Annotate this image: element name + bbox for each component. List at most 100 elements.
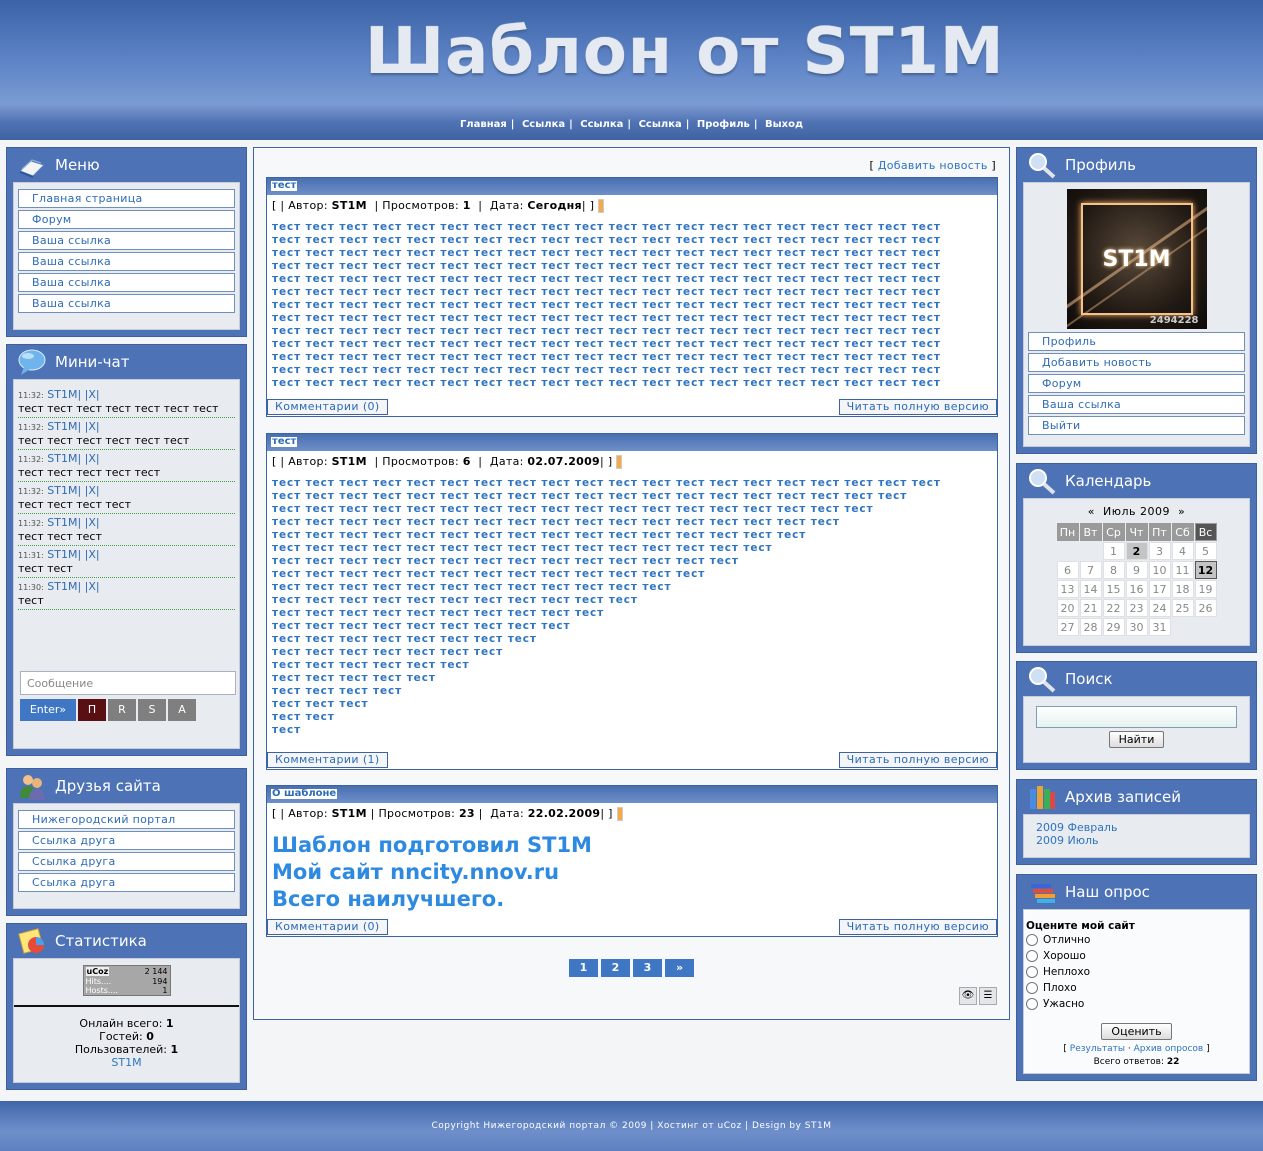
- nav-link-2[interactable]: Ссылка: [580, 119, 623, 130]
- comments-button[interactable]: Комментарии (0): [267, 919, 388, 935]
- comments-button[interactable]: Комментарии (1): [267, 752, 388, 768]
- radio-button[interactable]: [1026, 950, 1038, 962]
- read-more-button[interactable]: Читать полную версию: [838, 752, 997, 768]
- entry-text-line: Шаблон подготовил ST1M: [272, 833, 592, 857]
- chat-p-button[interactable]: П: [78, 699, 106, 721]
- radio-button[interactable]: [1026, 982, 1038, 994]
- menu-item-forum[interactable]: Форум: [18, 210, 235, 229]
- chat-time: 11:32:: [18, 487, 44, 496]
- next-page-button[interactable]: »: [665, 959, 694, 977]
- chat-nick[interactable]: ST1M: [47, 388, 77, 401]
- page-2-button[interactable]: 2: [601, 959, 630, 977]
- rss-icon[interactable]: [598, 199, 605, 213]
- profile-item-profile[interactable]: Профиль: [1028, 332, 1245, 351]
- ucoz-counter[interactable]: uCoz 2 144 Hits.... 194 Hosts.... 1: [82, 965, 171, 996]
- poll-option[interactable]: Плохо: [1026, 981, 1247, 997]
- chat-nick[interactable]: ST1M: [47, 452, 77, 465]
- chart-icon: [18, 928, 44, 954]
- chat-actions[interactable]: | |X|: [77, 452, 99, 465]
- vote-button[interactable]: Оценить: [1101, 1023, 1172, 1040]
- menu-title: Меню: [55, 156, 100, 174]
- chat-nick[interactable]: ST1M: [47, 548, 77, 561]
- profile-item-logout[interactable]: Выйти: [1028, 416, 1245, 435]
- poll-title: Наш опрос: [1065, 883, 1150, 901]
- friend-link-2[interactable]: Ссылка друга: [18, 831, 235, 850]
- entry-text-line: тест тест тест тест тест тест тест тест …: [272, 247, 941, 259]
- calendar-day: 17: [1148, 580, 1171, 598]
- nav-logout[interactable]: Выход: [765, 119, 803, 130]
- page-1-button[interactable]: 1: [569, 959, 598, 977]
- menu-item-home[interactable]: Главная страница: [18, 189, 235, 208]
- chat-time: 11:32:: [18, 391, 44, 400]
- search-input[interactable]: [1036, 706, 1237, 728]
- rss-icon[interactable]: [616, 455, 623, 469]
- poll-question: Оцените мой сайт: [1026, 920, 1135, 932]
- eye-icon[interactable]: 👁: [959, 987, 977, 1005]
- radio-button[interactable]: [1026, 966, 1038, 978]
- chat-send-button[interactable]: Enter»: [20, 699, 76, 721]
- chat-actions[interactable]: | |X|: [77, 516, 99, 529]
- chat-nick[interactable]: ST1M: [47, 580, 77, 593]
- chat-r-button[interactable]: R: [108, 699, 136, 721]
- top-nav: Главная | Ссылка | Ссылка | Ссылка | Профиль…: [459, 119, 804, 130]
- add-news-link[interactable]: Добавить новость: [878, 159, 988, 172]
- archive-link-jul[interactable]: 2009 Июль: [1036, 834, 1099, 847]
- chat-actions[interactable]: | |X|: [77, 580, 99, 593]
- calendar-day[interactable]: 2: [1125, 542, 1148, 560]
- chat-nick[interactable]: ST1M: [47, 484, 77, 497]
- poll-archive-link[interactable]: Архив опросов: [1134, 1044, 1204, 1054]
- radio-button[interactable]: [1026, 934, 1038, 946]
- menu-list: Главная страница Форум Ваша ссылка Ваша …: [18, 189, 235, 313]
- chat-actions[interactable]: | |X|: [77, 388, 99, 401]
- search-button[interactable]: Найти: [1108, 731, 1165, 748]
- poll-option[interactable]: Отлично: [1026, 933, 1247, 949]
- archive-title: Архив записей: [1065, 788, 1181, 806]
- chat-actions[interactable]: | |X|: [77, 484, 99, 497]
- calendar-day: 25: [1171, 599, 1194, 617]
- online-user-link[interactable]: ST1M: [111, 1056, 141, 1069]
- poll-option[interactable]: Ужасно: [1026, 997, 1247, 1013]
- chat-text: тест тест тест: [18, 530, 102, 543]
- poll-option[interactable]: Хорошо: [1026, 949, 1247, 965]
- chat-message-input[interactable]: Сообщение: [20, 671, 236, 695]
- entry-title[interactable]: О шаблоне: [271, 789, 338, 799]
- archive-link-feb[interactable]: 2009 Февраль: [1036, 821, 1117, 834]
- avatar[interactable]: ST1M 2494228: [1066, 189, 1207, 329]
- friend-link-3[interactable]: Ссылка друга: [18, 852, 235, 871]
- entry-title[interactable]: тест: [271, 181, 298, 191]
- chat-nick[interactable]: ST1M: [47, 516, 77, 529]
- profile-item-add-news[interactable]: Добавить новость: [1028, 353, 1245, 372]
- radio-button[interactable]: [1026, 998, 1038, 1010]
- list-icon[interactable]: ☰: [979, 987, 997, 1005]
- friend-link-4[interactable]: Ссылка друга: [18, 873, 235, 892]
- chat-actions[interactable]: | |X|: [77, 420, 99, 433]
- rss-icon[interactable]: [616, 807, 623, 821]
- news-entry-2: тест [ | Автор: ST1M | Просмотров: 6 | Д…: [266, 433, 998, 770]
- nav-home[interactable]: Главная: [460, 119, 507, 130]
- chat-nick[interactable]: ST1M: [47, 420, 77, 433]
- nav-link-3[interactable]: Ссылка: [639, 119, 682, 130]
- friend-link-1[interactable]: Нижегородский портал: [18, 810, 235, 829]
- comments-button[interactable]: Комментарии (0): [267, 399, 388, 415]
- read-more-button[interactable]: Читать полную версию: [838, 919, 997, 935]
- calendar-day[interactable]: 12: [1194, 561, 1217, 579]
- next-month-button[interactable]: »: [1178, 505, 1185, 518]
- nav-profile[interactable]: Профиль: [697, 119, 750, 130]
- read-more-button[interactable]: Читать полную версию: [838, 399, 997, 415]
- chat-actions[interactable]: | |X|: [77, 548, 99, 561]
- nav-link-1[interactable]: Ссылка: [522, 119, 565, 130]
- poll-results-link[interactable]: Результаты: [1070, 1044, 1125, 1054]
- menu-item-link-1[interactable]: Ваша ссылка: [18, 231, 235, 250]
- entry-title[interactable]: тест: [271, 437, 298, 447]
- chat-a-button[interactable]: A: [168, 699, 196, 721]
- profile-item-link[interactable]: Ваша ссылка: [1028, 395, 1245, 414]
- poll-option[interactable]: Неплохо: [1026, 965, 1247, 981]
- prev-month-button[interactable]: «: [1088, 505, 1095, 518]
- menu-item-link-4[interactable]: Ваша ссылка: [18, 294, 235, 313]
- page-3-button[interactable]: 3: [633, 959, 662, 977]
- profile-item-forum[interactable]: Форум: [1028, 374, 1245, 393]
- menu-item-link-3[interactable]: Ваша ссылка: [18, 273, 235, 292]
- menu-item-link-2[interactable]: Ваша ссылка: [18, 252, 235, 271]
- book-icon: [19, 159, 45, 178]
- chat-s-button[interactable]: S: [138, 699, 166, 721]
